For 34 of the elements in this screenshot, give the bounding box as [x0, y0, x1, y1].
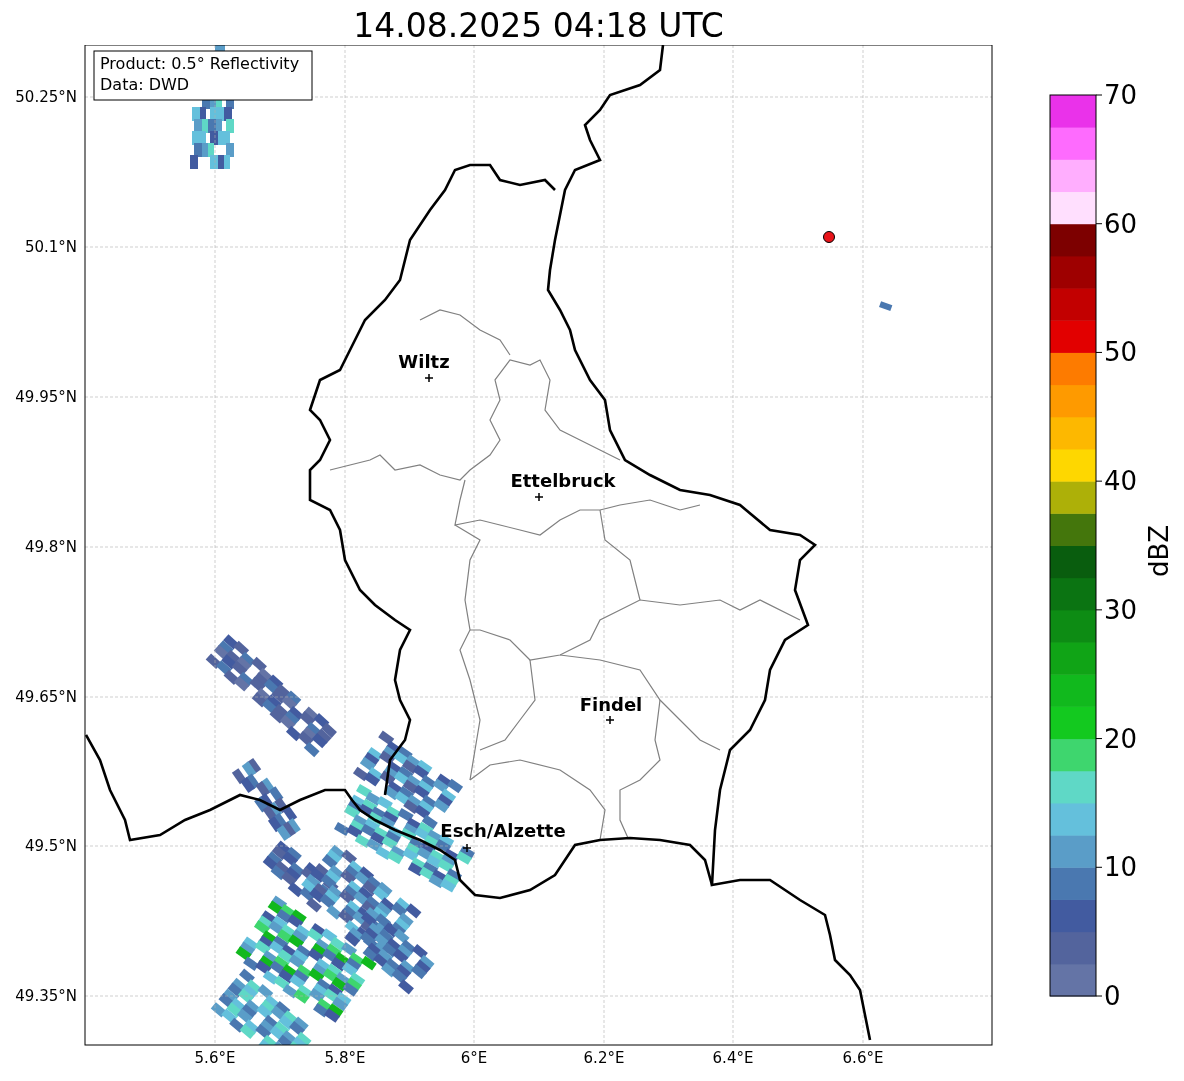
- colorbar-title: dBZ: [1144, 524, 1174, 578]
- city-marker-icon: [424, 373, 434, 383]
- info-box-text: Product: 0.5° Reflectivity: [100, 54, 300, 73]
- city-label: Esch/Alzette: [440, 820, 566, 841]
- colorbar-tick-label: 40: [1104, 466, 1138, 497]
- longitude-tick-label: 6.2°E: [583, 1049, 625, 1067]
- latitude-tick-label: 49.8°N: [24, 538, 77, 556]
- city-label: Wiltz: [398, 351, 450, 372]
- colorbar-tick-label: 70: [1104, 80, 1138, 110]
- longitude-tick-label: 6°E: [460, 1049, 488, 1067]
- colorbar-tick-label: 10: [1104, 852, 1138, 883]
- longitude-tick-label: 5.8°E: [324, 1049, 366, 1067]
- city-label: Ettelbruck: [510, 470, 616, 491]
- colorbar-tick-label: 0: [1104, 981, 1121, 1011]
- colorbar-tick-label: 50: [1104, 337, 1138, 368]
- colorbar-tick-label: 30: [1104, 594, 1138, 625]
- longitude-tick-label: 6.4°E: [712, 1049, 754, 1067]
- city-marker-icon: [462, 843, 472, 853]
- latitude-tick-label: 49.35°N: [15, 987, 77, 1005]
- chart-title: 14.08.2025 04:18 UTC: [352, 5, 725, 45]
- city-marker-icon: [605, 715, 615, 725]
- radar-site-marker-icon: [823, 231, 835, 243]
- colorbar-tick-label: 20: [1104, 723, 1138, 754]
- longitude-tick-label: 6.6°E: [842, 1049, 884, 1067]
- latitude-tick-label: 50.1°N: [24, 238, 77, 256]
- city-label: Findel: [579, 694, 643, 715]
- colorbar-tick-label: 60: [1104, 208, 1138, 239]
- latitude-tick-label: 50.25°N: [15, 88, 77, 106]
- info-box-text: Data: DWD: [100, 75, 190, 94]
- latitude-tick-label: 49.65°N: [15, 688, 77, 706]
- city-marker-icon: [534, 492, 544, 502]
- latitude-tick-label: 49.5°N: [24, 837, 77, 855]
- latitude-tick-label: 49.95°N: [15, 388, 77, 406]
- longitude-tick-label: 5.6°E: [194, 1049, 236, 1067]
